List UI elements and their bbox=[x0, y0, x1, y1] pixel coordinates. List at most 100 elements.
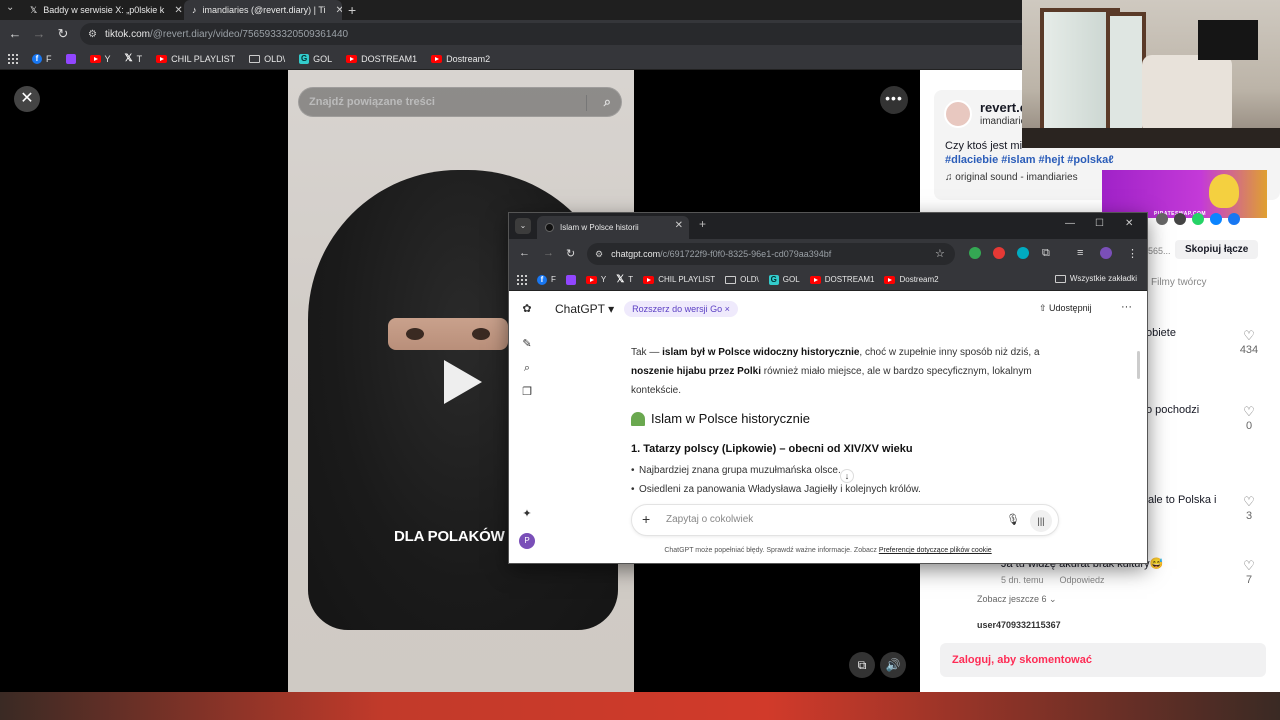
bookmark-y[interactable]: Y bbox=[585, 275, 606, 284]
like-heart-icon[interactable]: ♡ bbox=[1239, 494, 1259, 510]
new-tab-icon[interactable]: + bbox=[699, 217, 706, 231]
bookmark-label: CHIL PLAYLIST bbox=[658, 275, 716, 284]
close-video-icon[interactable]: ✕ bbox=[14, 86, 40, 112]
site-info-icon[interactable]: ⚙ bbox=[595, 249, 603, 260]
microphone-icon[interactable]: 🎙 bbox=[1006, 513, 1020, 526]
like-heart-icon[interactable]: ♡ bbox=[1239, 328, 1259, 344]
sound-link[interactable]: ♫ original sound - imandiaries bbox=[945, 172, 1078, 183]
profile-avatar[interactable] bbox=[1100, 247, 1112, 259]
bookmark-chil-playlist[interactable]: CHIL PLAYLIST bbox=[643, 275, 715, 284]
media-controls-icon[interactable]: ≡ bbox=[1077, 247, 1083, 259]
apps-icon[interactable] bbox=[8, 53, 18, 64]
all-bookmarks[interactable]: Wszystkie zakładki bbox=[1054, 274, 1137, 283]
close-tab-icon[interactable]: ✕ bbox=[174, 5, 182, 16]
bookmark-gol[interactable]: G GOL bbox=[299, 53, 332, 64]
tab-creator-videos[interactable]: Filmy twórcy bbox=[1151, 277, 1207, 288]
adblock-extension-icon[interactable] bbox=[969, 247, 981, 259]
bookmark-star-icon[interactable]: ☆ bbox=[935, 247, 945, 260]
tab-search-icon[interactable]: ⌄ bbox=[515, 218, 531, 234]
like-heart-icon[interactable]: ♡ bbox=[1239, 558, 1259, 574]
bookmark-dostream1[interactable]: DOSTREAM1 bbox=[346, 54, 417, 64]
reply-button[interactable]: Odpowiedz bbox=[1060, 575, 1105, 585]
author-avatar[interactable] bbox=[944, 100, 972, 128]
back-icon[interactable]: ← bbox=[519, 247, 530, 259]
more-options-icon[interactable]: ··· bbox=[1121, 301, 1132, 313]
see-more-replies[interactable]: Zobacz jeszcze 6 ⌄ bbox=[977, 594, 1057, 605]
library-icon[interactable]: ❐ bbox=[520, 385, 534, 399]
bookmark-old-folder[interactable]: OLD\ bbox=[725, 275, 759, 284]
more-options-icon[interactable]: ••• bbox=[880, 86, 908, 114]
picture-in-picture-icon[interactable]: ⧉ bbox=[849, 652, 875, 678]
sponsor-banner: PIRATESWAP.COM bbox=[1102, 170, 1267, 218]
close-tab-icon[interactable]: ✕ bbox=[675, 220, 683, 231]
apps-icon[interactable] bbox=[517, 274, 527, 285]
upgrade-button[interactable]: Rozszerz do wersji Go × bbox=[624, 301, 738, 317]
forward-icon[interactable]: → bbox=[543, 247, 554, 259]
minimize-icon[interactable]: — bbox=[1065, 218, 1075, 229]
maximize-icon[interactable]: ☐ bbox=[1095, 218, 1104, 229]
openai-logo-icon[interactable]: ✿ bbox=[520, 302, 534, 316]
tab-chatgpt[interactable]: Islam w Polsce historii ✕ bbox=[537, 216, 689, 239]
bookmark-dostream1[interactable]: DOSTREAM1 bbox=[809, 275, 874, 284]
bookmark-f[interactable]: fF bbox=[537, 274, 556, 285]
prompt-placeholder: Zapytaj o cokolwiek bbox=[666, 514, 754, 525]
play-icon[interactable] bbox=[444, 360, 482, 404]
bookmark-old-folder[interactable]: OLD\ bbox=[249, 54, 285, 64]
bookmark-t[interactable]: 𝕏T bbox=[616, 274, 633, 285]
model-selector[interactable]: ChatGPT ▾ bbox=[555, 302, 614, 316]
bookmark-f[interactable]: fF bbox=[32, 53, 52, 64]
search-icon[interactable]: ⌕ bbox=[604, 94, 611, 110]
login-to-comment-button[interactable]: Zaloguj, aby skomentować bbox=[940, 643, 1266, 677]
cookie-preferences-link[interactable]: Preferencje dotyczące plików cookie bbox=[879, 547, 992, 554]
bookmark-y[interactable]: Y bbox=[89, 54, 111, 64]
voice-mode-icon[interactable]: ||| bbox=[1030, 510, 1052, 532]
extension-icon[interactable] bbox=[993, 247, 1005, 259]
like-heart-icon[interactable]: ♡ bbox=[1239, 404, 1259, 420]
back-icon[interactable]: ← bbox=[6, 25, 24, 43]
related-search-input[interactable]: Znajdź powiązane treści ⌕ bbox=[298, 87, 622, 117]
hashtags[interactable]: #dlaciebie #islam #hejt #polskaℓ bbox=[945, 154, 1114, 166]
author-name[interactable]: revert.c bbox=[980, 100, 1027, 115]
reload-icon[interactable]: ↻ bbox=[54, 25, 72, 43]
bookmark-twitch[interactable] bbox=[65, 53, 76, 64]
bookmark-twitch[interactable] bbox=[565, 274, 576, 285]
whatsapp-icon[interactable] bbox=[1192, 213, 1204, 225]
address-bar[interactable]: ⚙ chatgpt.com/c/691722f9-f0f0-8325-96e1-… bbox=[587, 243, 955, 265]
bookmark-gol[interactable]: G GOL bbox=[768, 274, 800, 285]
comment-username[interactable]: user4709332115367 bbox=[977, 620, 1061, 630]
facebook-icon[interactable] bbox=[1228, 213, 1240, 225]
bookmark-dostream2[interactable]: Dostream2 bbox=[884, 275, 939, 284]
forward-icon[interactable]: → bbox=[30, 25, 48, 43]
share-icon[interactable] bbox=[1156, 213, 1168, 225]
chatgpt-header: ChatGPT ▾ Rozszerz do wersji Go × bbox=[555, 301, 738, 317]
share-icon[interactable] bbox=[1174, 213, 1186, 225]
scroll-down-icon[interactable]: ↓ bbox=[840, 469, 854, 483]
menu-icon[interactable]: ⋮ bbox=[1127, 247, 1138, 260]
new-tab-icon[interactable]: + bbox=[348, 2, 356, 18]
video-subject-face bbox=[388, 318, 508, 350]
volume-icon[interactable]: 🔊 bbox=[880, 652, 906, 678]
scrollbar[interactable] bbox=[1137, 351, 1140, 379]
share-button[interactable]: ⇧ Udostępnij bbox=[1039, 303, 1092, 314]
tab-x-post[interactable]: 𝕏 Baddy w serwisie X: „p0lskie k ✕ bbox=[22, 0, 182, 20]
close-window-icon[interactable]: ✕ bbox=[1125, 218, 1133, 229]
tab-search-icon[interactable]: ⌄ bbox=[6, 2, 14, 13]
extension-icon[interactable] bbox=[1017, 247, 1029, 259]
tab-tiktok[interactable]: ♪ imandiaries (@revert.diary) | Ti ✕ bbox=[184, 0, 342, 20]
prompt-input[interactable]: + Zapytaj o cokolwiek 🎙 ||| bbox=[631, 504, 1059, 536]
youtube-icon bbox=[89, 54, 101, 63]
search-icon[interactable]: ⌕ bbox=[520, 361, 534, 375]
messenger-icon[interactable] bbox=[1210, 213, 1222, 225]
bookmark-t[interactable]: 𝕏T bbox=[125, 53, 143, 64]
extensions-puzzle-icon[interactable]: ⧉ bbox=[1042, 247, 1050, 260]
close-tab-icon[interactable]: ✕ bbox=[336, 5, 342, 16]
bookmark-chil-playlist[interactable]: CHIL PLAYLIST bbox=[156, 54, 235, 64]
sparkle-icon[interactable]: ✦ bbox=[520, 507, 534, 521]
site-info-icon[interactable]: ⚙ bbox=[88, 29, 97, 40]
add-attachment-icon[interactable]: + bbox=[642, 511, 650, 527]
bookmark-dostream2[interactable]: Dostream2 bbox=[431, 54, 490, 64]
new-chat-icon[interactable]: ✎ bbox=[520, 337, 534, 351]
reload-icon[interactable]: ↻ bbox=[566, 247, 575, 260]
tiktok-icon: ♪ bbox=[192, 5, 197, 15]
copy-link-button[interactable]: Skopiuj łącze bbox=[1175, 240, 1259, 259]
